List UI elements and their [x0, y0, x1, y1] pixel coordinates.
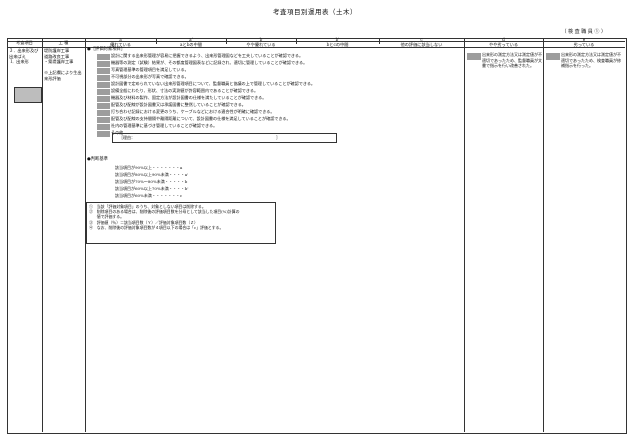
criteria-item: 該当項目が70%〜80%未満・・・・・b — [115, 179, 188, 184]
checkbox[interactable] — [97, 74, 110, 81]
work-type-text: 堤防護岸工事 道路改良工事 ・築堤護岸工事 ※上記欄により生出来形評価 — [44, 48, 82, 81]
header-work-type: 工 種 — [58, 40, 69, 45]
checkbox-d[interactable] — [467, 53, 481, 60]
checkbox[interactable] — [97, 60, 110, 67]
notes-box: ① 当該「評価対象項目」のうち、対象としない項目は削除する。 ② 削除項目のある… — [86, 202, 276, 244]
grade-label-e: 劣っている — [573, 42, 595, 47]
checkbox[interactable] — [97, 123, 110, 130]
checkbox-e[interactable] — [546, 53, 560, 60]
criteria-heading: ●判断基準 — [87, 157, 108, 162]
reason-field[interactable]: ［理由： ］ — [112, 133, 337, 143]
reason-label: ［理由： — [119, 135, 135, 140]
header-category: 考査項目 — [16, 40, 33, 45]
criteria-item: 該当項目が60%未満・・・・・・・c — [115, 193, 183, 198]
grade-label-a-prime: aとbの中間 — [180, 42, 202, 47]
checkbox[interactable] — [97, 116, 110, 123]
sheet-number: （ 検 査 職 員 ① ） — [561, 29, 606, 35]
checkbox[interactable] — [97, 130, 110, 137]
checkbox[interactable] — [97, 95, 110, 102]
grade-label-c: 他の評価に該当しない — [400, 42, 443, 47]
checkbox[interactable] — [97, 67, 110, 74]
col-divider — [543, 38, 544, 432]
note-line: ④ なお、削除後の評価対象項目数が４項目以下の場合は「c」評価とする。 — [89, 224, 224, 230]
category-marker — [14, 87, 42, 103]
checkbox[interactable] — [97, 81, 110, 88]
criteria-item: 該当項目が80%以上90%未満・・・・a' — [115, 172, 189, 177]
checkbox[interactable] — [97, 53, 110, 60]
col-divider — [464, 38, 465, 432]
grade-d-text: 出来形の測定方法又は測定値が不適切であったため、監督職員が文書で指示を行い改善さ… — [482, 52, 542, 68]
criteria-item: 該当項目が60%以上70%未満・・・・b' — [115, 186, 189, 191]
checkbox[interactable] — [97, 102, 110, 109]
grade-label-b: やや優れている — [246, 42, 276, 47]
col-divider — [42, 38, 43, 432]
grade-e-text: 出来形の測定方法又は測定値が不適切であったため、検査職員が修補指示を行った。 — [561, 52, 621, 68]
page-title: 考査項目別運用表（土木） — [273, 8, 357, 16]
category-text: ３．出来形及び出来ばえ Ⅰ．出来形 — [9, 48, 39, 65]
checkbox[interactable] — [97, 109, 110, 116]
grade-label-b-prime: bとcの中間 — [326, 42, 349, 47]
checkbox[interactable] — [97, 88, 110, 95]
reason-end: ］ — [276, 135, 280, 140]
criteria-item: 該当項目が90%以上・・・・・・・a — [115, 165, 183, 170]
grade-label-d: やや劣っている — [488, 42, 519, 47]
